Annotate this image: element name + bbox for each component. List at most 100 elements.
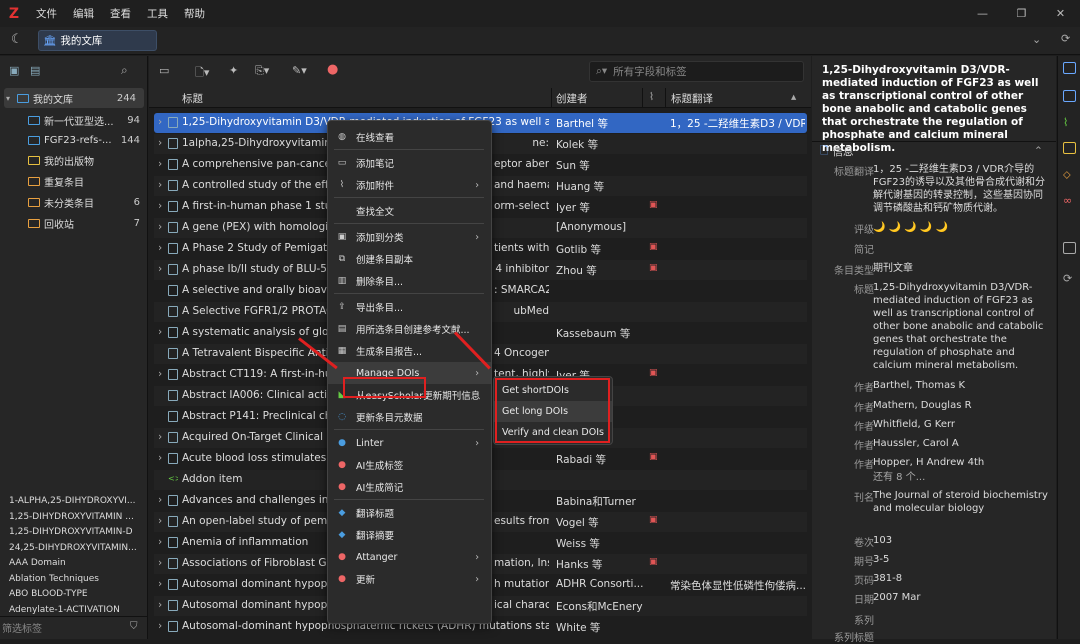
toggle-pane-icon[interactable]: ▭: [159, 64, 169, 77]
pdf-icon[interactable]: ▣: [649, 368, 658, 378]
column-creator[interactable]: 创建者: [556, 91, 588, 106]
pdf-icon[interactable]: ▣: [649, 242, 658, 252]
chevron-up-icon[interactable]: ⌃: [1034, 145, 1043, 157]
pdf-icon[interactable]: ▣: [649, 263, 658, 273]
expand-chevron-icon[interactable]: ›: [158, 263, 168, 275]
info-nav-icon[interactable]: [1063, 62, 1076, 74]
column-title[interactable]: 标题: [182, 91, 203, 106]
collection-row[interactable]: 新一代亚型选... 94: [0, 110, 148, 130]
field-value[interactable]: 3-5: [873, 553, 1048, 566]
column-translation[interactable]: 标题翻译: [671, 91, 713, 106]
expand-chevron-icon[interactable]: ›: [158, 557, 168, 569]
close-icon[interactable]: ✕: [1041, 7, 1080, 20]
context-menu-item[interactable]: ◆ 翻译标题: [328, 502, 491, 524]
tag-item[interactable]: 1-ALPHA,25-DIHYDROXYVI...: [0, 496, 148, 512]
field-value[interactable]: Haussler, Carol A: [873, 437, 1048, 450]
context-menu-item[interactable]: ◍ 在线查看: [328, 126, 491, 148]
menu-help[interactable]: 帮助: [176, 6, 213, 21]
expand-chevron-icon[interactable]: ›: [158, 494, 168, 506]
field-value[interactable]: Whitfield, G Kerr: [873, 418, 1048, 431]
context-menu-item[interactable]: ◆ 翻译摘要: [328, 524, 491, 546]
restore-icon[interactable]: ❐: [1002, 7, 1041, 20]
ai-icon[interactable]: ●: [327, 62, 338, 77]
expand-chevron-icon[interactable]: ›: [158, 137, 168, 149]
menu-edit[interactable]: 编辑: [65, 6, 102, 21]
field-value[interactable]: 还有 8 个...: [873, 471, 1048, 484]
context-menu-item[interactable]: ▤ 用所选条目创建参考文献...: [328, 318, 491, 340]
menu-tools[interactable]: 工具: [139, 6, 176, 21]
expand-chevron-icon[interactable]: ›: [158, 536, 168, 548]
context-menu-item[interactable]: ● Linter ›: [328, 432, 491, 454]
field-value[interactable]: 期刊文章: [873, 262, 1048, 275]
expand-chevron-icon[interactable]: ›: [158, 578, 168, 590]
locate-nav-icon[interactable]: [1063, 242, 1076, 254]
field-value[interactable]: Hopper, H Andrew 4th: [873, 456, 1048, 469]
context-menu-item[interactable]: ● AI生成简记: [328, 476, 491, 498]
chevron-down-icon[interactable]: ⌄: [1032, 33, 1041, 46]
expand-chevron-icon[interactable]: ›: [158, 179, 168, 191]
pdf-icon[interactable]: ▣: [649, 557, 658, 567]
attachment-column-icon[interactable]: ⌇: [649, 91, 654, 103]
pdf-icon[interactable]: ▣: [649, 515, 658, 525]
tag-item[interactable]: 24,25-DIHYDROXYVITAMIN...: [0, 543, 148, 559]
field-value[interactable]: 1，25 -二羟维生素D3 / VDR介导的FGF23的诱导以及其他骨合成代谢和…: [873, 163, 1048, 215]
notes-nav-icon[interactable]: [1063, 142, 1076, 154]
new-feed-icon[interactable]: ▤: [30, 64, 40, 77]
sync-icon[interactable]: ⟳: [1061, 32, 1070, 45]
field-value[interactable]: Mathern, Douglas R: [873, 399, 1048, 412]
collection-row[interactable]: 我的出版物: [0, 150, 148, 170]
expand-chevron-icon[interactable]: ›: [158, 452, 168, 464]
collection-row[interactable]: FGF23-refs-... 144: [0, 130, 148, 150]
more-nav-icon[interactable]: ⟳: [1063, 272, 1076, 285]
new-item-icon[interactable]: 🗋▾: [195, 64, 209, 83]
menu-file[interactable]: 文件: [28, 6, 65, 21]
related-nav-icon[interactable]: ∞: [1063, 194, 1076, 207]
expand-chevron-icon[interactable]: ›: [158, 326, 168, 338]
moon-icon[interactable]: ☾: [11, 32, 23, 47]
expand-chevron-icon[interactable]: ›: [158, 620, 168, 632]
expand-chevron-icon[interactable]: ›: [158, 221, 168, 233]
expand-chevron-icon[interactable]: ›: [158, 158, 168, 170]
search-icon[interactable]: ⌕: [121, 63, 128, 78]
new-note-icon[interactable]: ✎▾: [292, 64, 307, 77]
field-value[interactable]: Barthel, Thomas K: [873, 379, 1048, 392]
context-menu-item[interactable]: ● Attanger ›: [328, 546, 491, 568]
expand-chevron-icon[interactable]: ›: [158, 599, 168, 611]
expand-chevron-icon[interactable]: ›: [158, 200, 168, 212]
attachments-nav-icon[interactable]: ⌇: [1063, 116, 1076, 129]
add-attachment-icon[interactable]: ⎘▾: [255, 64, 269, 78]
field-value[interactable]: The Journal of steroid biochemistry and …: [873, 489, 1048, 515]
pdf-icon[interactable]: ▣: [649, 200, 658, 210]
abstract-nav-icon[interactable]: [1063, 90, 1076, 102]
tag-filter[interactable]: 筛选标签 ⛉: [0, 616, 148, 638]
field-value[interactable]: 2007 Mar: [873, 591, 1048, 604]
filter-icon[interactable]: ⛉: [130, 621, 138, 632]
context-menu-item[interactable]: ◌ 更新条目元数据: [328, 406, 491, 428]
magic-wand-icon[interactable]: ✦: [229, 64, 238, 77]
expand-chevron-icon[interactable]: ›: [158, 515, 168, 527]
collection-row[interactable]: 未分类条目 6: [0, 192, 148, 212]
tags-nav-icon[interactable]: ⬦: [1063, 168, 1076, 181]
expand-chevron-icon[interactable]: ›: [158, 368, 168, 380]
expand-chevron-icon[interactable]: ›: [158, 242, 168, 254]
context-menu-item[interactable]: ● 更新 ›: [328, 568, 491, 590]
menu-view[interactable]: 查看: [102, 6, 139, 21]
collection-row[interactable]: 重复条目: [0, 171, 148, 191]
sort-asc-icon[interactable]: ▴: [791, 91, 796, 103]
tag-item[interactable]: ABO BLOOD-TYPE: [0, 589, 148, 605]
tag-item[interactable]: AAA Domain: [0, 558, 148, 574]
tag-item[interactable]: 1,25-DIHYDROXYVITAMIN-D: [0, 527, 148, 543]
context-menu-item[interactable]: ▣ 添加到分类 ›: [328, 226, 491, 248]
collection-row[interactable]: 回收站 7: [0, 213, 148, 233]
tab-library[interactable]: 🏛 我的文库: [38, 30, 157, 51]
context-menu-item[interactable]: ⇪ 导出条目...: [328, 296, 491, 318]
tag-item[interactable]: Ablation Techniques: [0, 574, 148, 590]
context-menu-item[interactable]: 查找全文: [328, 200, 491, 222]
field-value[interactable]: 1,25-Dihydroxyvitamin D3/VDR-mediated in…: [873, 281, 1048, 372]
info-section-header[interactable]: 🗋 信息 ⌃: [812, 141, 1056, 161]
minimize-icon[interactable]: —: [963, 7, 1002, 20]
context-menu-item[interactable]: ● AI生成标签: [328, 454, 491, 476]
context-menu-item[interactable]: ▭ 添加笔记: [328, 152, 491, 174]
tag-filter-input[interactable]: 筛选标签: [2, 620, 42, 635]
field-value[interactable]: 103: [873, 534, 1048, 547]
